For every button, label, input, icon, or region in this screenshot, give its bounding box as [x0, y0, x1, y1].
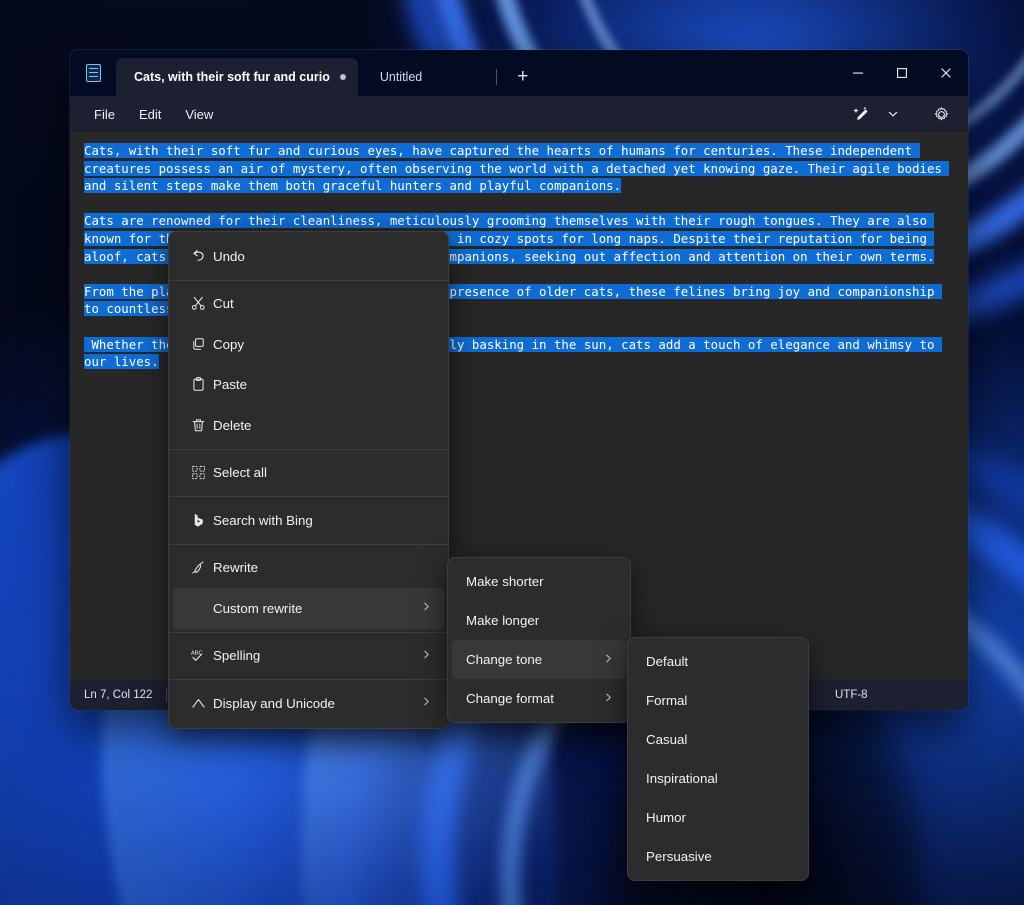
- title-bar: Cats, with their soft fur and curio Unti…: [70, 50, 968, 96]
- chevron-right-icon: [421, 601, 432, 615]
- tone-option-persuasive[interactable]: Persuasive: [632, 837, 804, 876]
- change-tone-submenu: Default Formal Casual Inspirational Humo…: [627, 637, 809, 881]
- window-controls: [836, 50, 968, 96]
- rewrite-pen-icon: [183, 559, 213, 576]
- tone-option-formal[interactable]: Formal: [632, 681, 804, 720]
- minimize-icon: [852, 67, 864, 79]
- context-menu-item-paste[interactable]: Paste: [173, 365, 444, 406]
- context-menu-label: Custom rewrite: [213, 601, 409, 616]
- context-menu-label: Undo: [213, 249, 432, 264]
- submenu-label: Change format: [466, 691, 591, 706]
- menu-view[interactable]: View: [173, 102, 225, 127]
- close-icon: [940, 67, 952, 79]
- submenu-label: Make shorter: [466, 574, 614, 589]
- tone-option-default[interactable]: Default: [632, 642, 804, 681]
- context-menu-item-search-with-bing[interactable]: Search with Bing: [173, 500, 444, 541]
- context-menu-label: Cut: [213, 296, 432, 311]
- context-menu-label: Paste: [213, 377, 432, 392]
- context-menu-item-display-and-unicode[interactable]: Display and Unicode: [173, 683, 444, 724]
- display-unicode-icon: [183, 695, 213, 712]
- encoding-label: UTF-8: [835, 689, 868, 701]
- context-menu-separator: [169, 280, 448, 281]
- copilot-button[interactable]: [846, 100, 876, 128]
- tab-divider: [496, 69, 497, 85]
- custom-rewrite-submenu: Make shorter Make longer Change tone Cha…: [447, 557, 631, 723]
- select-all-icon: [183, 464, 213, 481]
- tab-label: Cats, with their soft fur and curio: [134, 70, 330, 84]
- copilot-sparkle-pen-icon: [852, 105, 871, 124]
- tone-label: Inspirational: [646, 771, 792, 786]
- copy-icon: [183, 336, 213, 353]
- context-menu-item-custom-rewrite[interactable]: Custom rewrite: [173, 588, 444, 629]
- submenu-label: Change tone: [466, 652, 591, 667]
- chevron-right-icon: [421, 696, 432, 710]
- chevron-down-icon: [887, 108, 899, 120]
- bing-icon: [183, 512, 213, 529]
- context-menu-label: Display and Unicode: [213, 696, 409, 711]
- context-menu-separator: [169, 496, 448, 497]
- svg-text:ABC: ABC: [191, 650, 203, 656]
- tone-label: Formal: [646, 693, 792, 708]
- context-menu-label: Rewrite: [213, 560, 432, 575]
- notepad-icon: [70, 50, 116, 96]
- menu-bar: File Edit View: [70, 96, 968, 132]
- copilot-dropdown-button[interactable]: [878, 100, 908, 128]
- context-menu-item-cut[interactable]: Cut: [173, 284, 444, 325]
- context-menu-label: Copy: [213, 337, 432, 352]
- context-menu-item-delete[interactable]: Delete: [173, 405, 444, 446]
- new-tab-button[interactable]: +: [505, 60, 541, 94]
- gear-icon: [933, 106, 950, 123]
- cursor-position: Ln 7, Col 122: [84, 689, 166, 701]
- context-menu-item-select-all[interactable]: Select all: [173, 453, 444, 494]
- tab-document-1[interactable]: Cats, with their soft fur and curio: [116, 58, 358, 96]
- paste-clipboard-icon: [183, 376, 213, 393]
- menu-bar-right-actions: [846, 100, 960, 128]
- close-button[interactable]: [924, 50, 968, 96]
- unsaved-dot: [340, 74, 346, 80]
- delete-trash-icon: [183, 417, 213, 434]
- context-menu-item-copy[interactable]: Copy: [173, 324, 444, 365]
- spelling-abc-icon: ABC: [183, 647, 213, 665]
- context-menu-label: Search with Bing: [213, 513, 432, 528]
- context-menu-separator: [169, 632, 448, 633]
- tone-label: Default: [646, 654, 792, 669]
- maximize-icon: [896, 67, 908, 79]
- context-menu-separator: [169, 449, 448, 450]
- tab-untitled[interactable]: Untitled: [358, 58, 478, 96]
- tone-option-casual[interactable]: Casual: [632, 720, 804, 759]
- context-menu-label: Delete: [213, 418, 432, 433]
- desktop-wallpaper: Cats, with their soft fur and curio Unti…: [0, 0, 1024, 905]
- tone-option-humor[interactable]: Humor: [632, 798, 804, 837]
- submenu-label: Make longer: [466, 613, 614, 628]
- tab-label: Untitled: [380, 70, 422, 84]
- selected-text-run: Cats, with their soft fur and curious ey…: [84, 143, 949, 193]
- menu-edit[interactable]: Edit: [127, 102, 173, 127]
- submenu-item-change-tone[interactable]: Change tone: [452, 640, 626, 679]
- context-menu-label: Select all: [213, 465, 432, 480]
- minimize-button[interactable]: [836, 50, 880, 96]
- chevron-right-icon: [603, 653, 614, 667]
- context-menu-item-undo[interactable]: Undo: [173, 236, 444, 277]
- context-menu-item-spelling[interactable]: ABC Spelling: [173, 636, 444, 677]
- submenu-item-make-shorter[interactable]: Make shorter: [452, 562, 626, 601]
- settings-button[interactable]: [926, 100, 956, 128]
- context-menu-item-rewrite[interactable]: Rewrite: [173, 548, 444, 589]
- submenu-item-change-format[interactable]: Change format: [452, 679, 626, 718]
- chevron-right-icon: [603, 692, 614, 706]
- undo-icon: [183, 248, 213, 265]
- tone-label: Humor: [646, 810, 792, 825]
- context-menu-separator: [169, 679, 448, 680]
- tone-label: Persuasive: [646, 849, 792, 864]
- maximize-button[interactable]: [880, 50, 924, 96]
- chevron-right-icon: [421, 649, 432, 663]
- context-menu: Undo Cut Copy: [168, 231, 449, 729]
- tone-label: Casual: [646, 732, 792, 747]
- plus-icon: +: [517, 66, 528, 88]
- menu-file[interactable]: File: [82, 102, 127, 127]
- context-menu-label: Spelling: [213, 648, 409, 663]
- tone-option-inspirational[interactable]: Inspirational: [632, 759, 804, 798]
- cut-scissors-icon: [183, 295, 213, 312]
- submenu-item-make-longer[interactable]: Make longer: [452, 601, 626, 640]
- context-menu-separator: [169, 544, 448, 545]
